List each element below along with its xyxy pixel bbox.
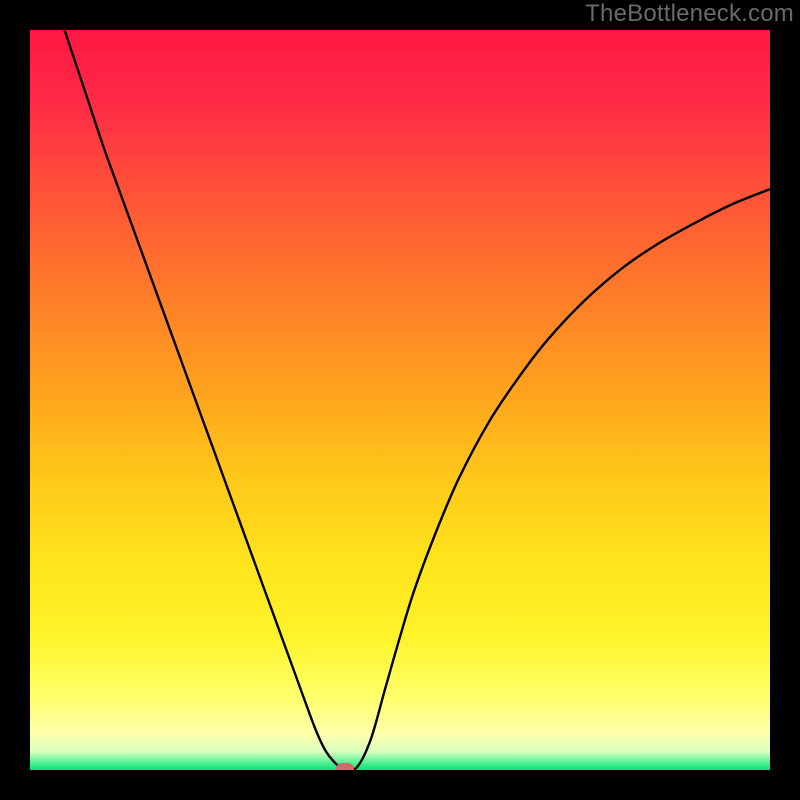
chart-svg — [30, 30, 770, 770]
chart-frame: TheBottleneck.com — [0, 0, 800, 800]
plot-area — [30, 30, 770, 770]
watermark-text: TheBottleneck.com — [585, 0, 794, 28]
gradient-background — [30, 30, 770, 770]
minimum-marker — [336, 763, 354, 770]
